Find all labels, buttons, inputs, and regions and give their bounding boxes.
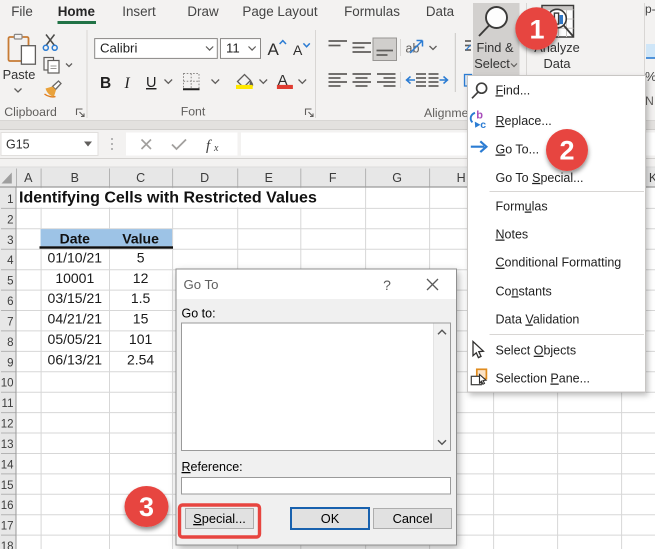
svg-text:N: N (645, 94, 654, 108)
svg-text:15: 15 (133, 311, 149, 327)
svg-text:101: 101 (129, 331, 153, 347)
svg-text:G: G (392, 171, 402, 185)
svg-text:6: 6 (7, 296, 13, 308)
svg-text:D: D (200, 171, 209, 185)
svg-text:Go to:: Go to: (182, 307, 216, 321)
svg-text:Find &: Find & (477, 40, 514, 55)
svg-text:12: 12 (133, 270, 149, 286)
svg-text:11: 11 (2, 398, 14, 410)
svg-text:Go To Special...: Go To Special... (496, 171, 584, 185)
svg-text:A: A (24, 171, 33, 185)
svg-text:8: 8 (7, 337, 13, 349)
svg-text:7: 7 (7, 316, 13, 328)
svg-text:5: 5 (137, 249, 145, 265)
svg-text:Data: Data (543, 56, 571, 71)
svg-text:Formulas: Formulas (344, 4, 400, 19)
svg-text:Reference:: Reference: (182, 460, 243, 474)
svg-text:p-: p- (645, 2, 655, 16)
svg-text:Go To: Go To (184, 277, 219, 292)
svg-text:03/15/21: 03/15/21 (48, 290, 103, 306)
svg-text:Font: Font (181, 105, 206, 119)
svg-text:Formulas: Formulas (496, 200, 548, 214)
svg-text:Page Layout: Page Layout (242, 4, 317, 19)
svg-text:I: I (124, 75, 131, 92)
svg-text:01/10/21: 01/10/21 (48, 249, 103, 265)
svg-text:Replace...: Replace... (496, 114, 552, 128)
svg-text:3: 3 (7, 235, 13, 247)
svg-text:Clipboard: Clipboard (4, 105, 57, 119)
svg-text:2: 2 (559, 136, 574, 166)
svg-text:Constants: Constants (496, 284, 552, 298)
svg-text:10001: 10001 (55, 270, 94, 286)
svg-text:G15: G15 (6, 138, 30, 152)
svg-text:4: 4 (7, 255, 14, 267)
svg-text:Insert: Insert (122, 4, 156, 19)
svg-text:2: 2 (7, 214, 13, 226)
svg-text:Selection Pane...: Selection Pane... (496, 372, 591, 386)
svg-text:B: B (71, 171, 79, 185)
svg-text:E: E (265, 171, 273, 185)
svg-text:K: K (649, 171, 655, 185)
svg-text:Go To...: Go To... (496, 143, 540, 157)
svg-text:9: 9 (7, 357, 13, 369)
svg-text:F: F (329, 171, 337, 185)
svg-text:18: 18 (1, 541, 14, 549)
svg-text:H: H (457, 171, 466, 185)
svg-text:1.5: 1.5 (131, 290, 151, 306)
svg-text:12: 12 (1, 419, 14, 431)
svg-text:C: C (136, 171, 145, 185)
svg-text:x: x (213, 143, 219, 154)
svg-text:17: 17 (1, 521, 14, 533)
svg-text:Calibri: Calibri (100, 41, 137, 56)
svg-text:OK: OK (321, 511, 340, 526)
svg-text:04/21/21: 04/21/21 (48, 311, 103, 327)
svg-text:File: File (11, 4, 33, 19)
svg-text:Select: Select (474, 56, 510, 71)
svg-text:Select Objects: Select Objects (496, 344, 577, 358)
svg-text:c: c (480, 119, 486, 131)
svg-text:%: % (645, 69, 655, 84)
svg-text:14: 14 (1, 459, 14, 471)
svg-text:2.54: 2.54 (127, 352, 154, 368)
svg-text:05/05/21: 05/05/21 (48, 331, 103, 347)
svg-text:11: 11 (226, 41, 240, 56)
svg-text:B: B (100, 75, 111, 92)
svg-text:Home: Home (58, 4, 95, 19)
svg-text:U: U (146, 75, 156, 91)
svg-text:1: 1 (529, 15, 544, 45)
svg-text:Data: Data (426, 4, 455, 19)
svg-text:3: 3 (139, 492, 154, 522)
svg-text:A: A (268, 40, 280, 59)
svg-text:Data Validation: Data Validation (496, 313, 580, 327)
svg-text:Value: Value (122, 230, 159, 246)
svg-text:Special...: Special... (193, 511, 246, 526)
svg-text:Date: Date (60, 230, 91, 246)
svg-text:ab: ab (406, 42, 420, 56)
svg-text:Cancel: Cancel (393, 511, 433, 526)
svg-text:06/13/21: 06/13/21 (48, 352, 103, 368)
svg-text:Paste: Paste (3, 67, 36, 82)
svg-text:15: 15 (1, 480, 14, 492)
svg-text:Conditional Formatting: Conditional Formatting (496, 256, 622, 270)
svg-text:13: 13 (1, 439, 14, 451)
svg-text:5: 5 (7, 276, 13, 288)
svg-text:?: ? (383, 277, 391, 293)
svg-text:A: A (293, 42, 303, 58)
svg-text:Find...: Find... (496, 83, 531, 97)
svg-text:Notes: Notes (496, 228, 529, 242)
svg-text:Draw: Draw (187, 4, 219, 19)
svg-text:16: 16 (1, 500, 14, 512)
svg-text:10: 10 (1, 378, 14, 390)
svg-text:1: 1 (7, 194, 13, 206)
svg-text:Identifying Cells with Restric: Identifying Cells with Restricted Values (19, 190, 317, 207)
